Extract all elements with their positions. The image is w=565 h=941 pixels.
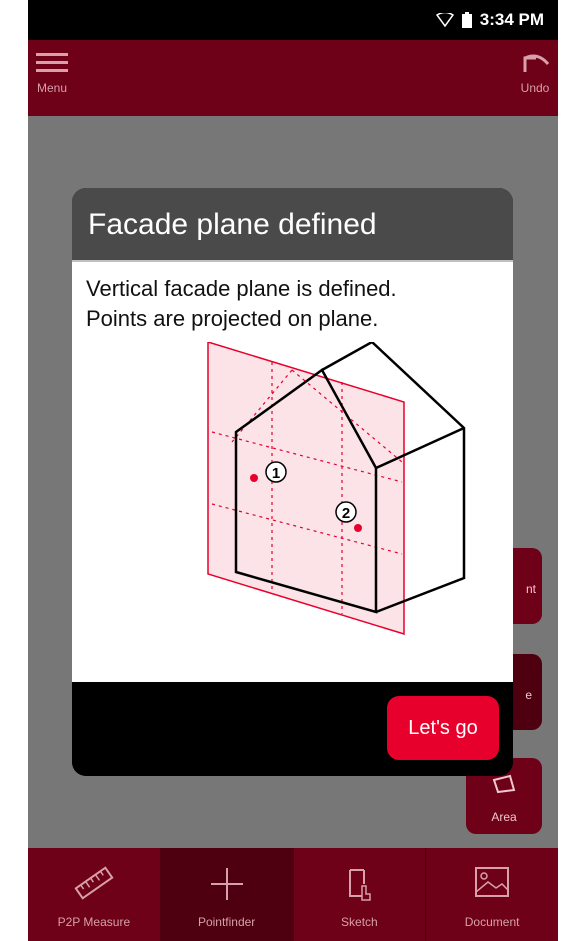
wifi-icon bbox=[435, 13, 454, 27]
undo-label: Undo bbox=[520, 81, 550, 95]
menu-label: Menu bbox=[36, 81, 68, 95]
top-app-bar: Menu Undo bbox=[28, 40, 558, 116]
dialog-body: Vertical facade plane is defined. Points… bbox=[72, 262, 513, 682]
point-1-marker bbox=[250, 474, 258, 482]
facade-plane-dialog: Facade plane defined Vertical facade pla… bbox=[72, 188, 513, 776]
nav-item-pointfinder[interactable]: Pointfinder bbox=[160, 848, 294, 941]
side-button-label: Area bbox=[491, 810, 517, 824]
facade-plane bbox=[207, 342, 405, 636]
ruler-icon bbox=[74, 866, 114, 900]
nav-item-p2p-measure[interactable]: P2P Measure bbox=[28, 848, 161, 941]
dialog-header: Facade plane defined bbox=[72, 188, 513, 262]
sketch-icon bbox=[349, 869, 372, 901]
nav-label: Sketch bbox=[341, 915, 378, 929]
point-1-label: 1 bbox=[272, 465, 280, 482]
nav-label: P2P Measure bbox=[57, 915, 131, 929]
dialog-message-line: Points are projected on plane. bbox=[86, 306, 379, 331]
undo-button[interactable]: Undo bbox=[520, 52, 550, 95]
nav-label: Document bbox=[464, 915, 520, 929]
nav-label: Pointfinder bbox=[197, 915, 256, 929]
battery-icon bbox=[461, 12, 472, 28]
status-bar: 3:34 PM bbox=[28, 0, 558, 40]
nav-item-sketch[interactable]: Sketch bbox=[294, 848, 427, 941]
dialog-message: Vertical facade plane is defined. Points… bbox=[86, 274, 506, 334]
bottom-nav: P2P Measure Pointfinder Sketch Document bbox=[28, 848, 558, 941]
facade-illustration: 1 2 bbox=[207, 342, 466, 636]
plus-icon bbox=[210, 868, 243, 900]
dialog-message-line: Vertical facade plane is defined. bbox=[86, 276, 397, 301]
undo-icon bbox=[523, 54, 550, 72]
lets-go-button[interactable]: Let's go bbox=[387, 696, 499, 760]
point-2-marker bbox=[354, 524, 362, 532]
hamburger-icon bbox=[36, 53, 68, 72]
nav-item-document[interactable]: Document bbox=[426, 848, 558, 941]
dialog-title: Facade plane defined bbox=[88, 208, 377, 241]
point-2-label: 2 bbox=[342, 505, 350, 522]
menu-button[interactable]: Menu bbox=[36, 52, 68, 95]
status-time: 3:34 PM bbox=[479, 10, 544, 29]
image-icon bbox=[475, 867, 510, 897]
dialog-footer: Let's go bbox=[72, 682, 513, 776]
